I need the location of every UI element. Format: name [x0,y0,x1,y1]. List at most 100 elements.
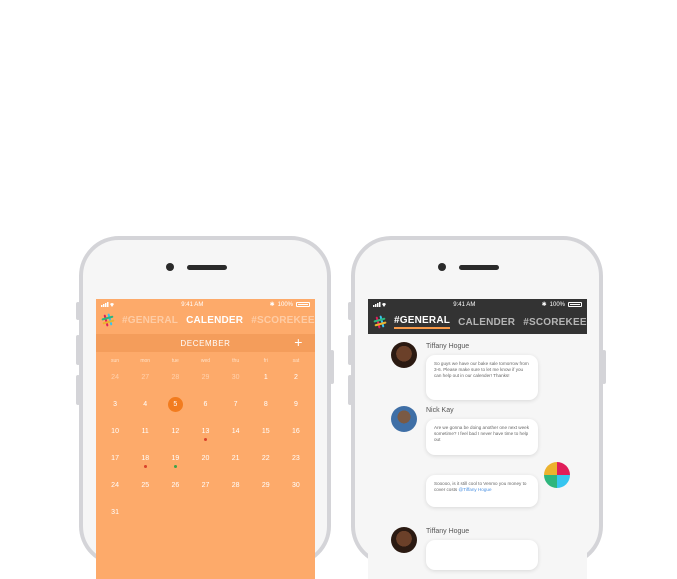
calendar-day[interactable]: 9 [281,395,311,422]
calendar-day[interactable]: 23 [281,449,311,476]
day-number: 24 [111,482,119,489]
calendar-day-today[interactable]: 5 [160,395,190,422]
day-number: 30 [231,374,240,381]
phone-mockup-chat: 9:41 AM ✱ 100% #GENERAL CALENDER #SCOREK… [348,236,606,579]
day-number: 20 [201,455,210,462]
day-number: 10 [111,428,119,435]
calendar-day[interactable]: 1 [251,368,281,395]
calendar-day[interactable]: 27 [190,476,220,503]
day-number: 21 [231,455,240,462]
weekday-label: mon [140,358,151,364]
message-text: So guys we have our bake sale tomorrow f… [434,361,529,379]
calendar-day[interactable]: 3 [100,395,130,422]
day-number: 2 [293,374,298,381]
avatar[interactable] [544,462,570,488]
weekday-label: wed [200,358,211,364]
calendar-day[interactable]: 4 [130,395,160,422]
calendar-day[interactable]: 13 [190,422,220,449]
battery-icon [568,302,582,307]
volume-up-button [348,335,352,365]
avatar[interactable] [391,342,417,368]
calendar-screen: 9:41 AM ✱ 100% #GENERAL CALENDER #SCOREK… [96,299,315,579]
weekday-label: sun [111,358,120,364]
calendar-day[interactable]: 18 [130,449,160,476]
user-mention-link[interactable]: @Tiffany Hogue [459,487,492,492]
day-number: 19 [171,455,180,462]
day-number: 28 [171,374,180,381]
message-bubble: So guys we have our bake sale tomorrow f… [426,355,538,400]
calendar-day[interactable]: 24 [100,368,130,395]
month-header: DECEMBER + [96,334,315,352]
sender-name: Tiffany Hogue [426,343,470,350]
day-number: 15 [261,428,270,435]
avatar[interactable] [391,527,417,553]
day-number: 24 [111,374,119,381]
slack-logo-icon[interactable] [101,313,116,328]
tab-general[interactable]: #GENERAL [394,315,451,329]
calendar-day[interactable]: 8 [251,395,281,422]
calendar-day[interactable]: 30 [221,368,251,395]
day-number: 4 [143,401,148,408]
battery-percent: 100% [549,301,565,308]
message-text: Are we gonna be doing another one next w… [434,425,530,443]
calendar-day[interactable]: 22 [251,449,281,476]
day-number: 17 [111,455,119,462]
phone-mockup-calendar: 9:41 AM ✱ 100% #GENERAL CALENDER #SCOREK… [76,236,334,579]
mute-switch [76,302,80,320]
calendar-day[interactable]: 14 [221,422,251,449]
calendar-day[interactable]: 17 [100,449,130,476]
calendar-day[interactable]: 7 [221,395,251,422]
tab-general[interactable]: #GENERAL [122,315,178,326]
calendar-day[interactable]: 20 [190,449,220,476]
calendar-day[interactable]: 31 [100,503,130,530]
calendar-day[interactable]: 11 [130,422,160,449]
weekday-label: tue [171,358,179,364]
calendar-day[interactable]: 28 [221,476,251,503]
slack-logo-icon[interactable] [373,315,388,330]
status-time: 9:41 AM [453,301,476,308]
earpiece-speaker [187,265,227,270]
calendar-day[interactable]: 27 [130,368,160,395]
mute-switch [348,302,352,320]
day-number: 12 [171,428,180,435]
calendar-day[interactable]: 19 [160,449,190,476]
day-number: 28 [231,482,240,489]
day-number: 29 [261,482,270,489]
day-number: 31 [111,509,119,516]
tab-calender[interactable]: CALENDER [186,315,243,326]
chat-screen: 9:41 AM ✱ 100% #GENERAL CALENDER #SCOREK… [368,299,587,579]
calendar-day[interactable]: 28 [160,368,190,395]
calendar-day[interactable]: 30 [281,476,311,503]
tab-scorekeeping[interactable]: #SCOREKEEPING [251,315,315,326]
day-number: 16 [292,428,300,435]
day-number: 5 [167,397,183,412]
calendar-day[interactable]: 6 [190,395,220,422]
calendar-day[interactable]: 12 [160,422,190,449]
front-camera [438,263,446,271]
calendar-day[interactable]: 15 [251,422,281,449]
calendar-day[interactable]: 21 [221,449,251,476]
calendar-day[interactable]: 25 [130,476,160,503]
calendar-grid: 24 27 28 29 30 1 2 3 4 5 6 7 8 9 10 11 12 13 14 15 16 17 18 19 2… [96,364,315,530]
calendar-day[interactable]: 29 [190,368,220,395]
weekday-header: sun mon tue wed thu fri sat [96,352,315,364]
power-button [330,350,334,384]
signal-wifi-icon [373,302,387,307]
calendar-day[interactable]: 10 [100,422,130,449]
calendar-day[interactable]: 2 [281,368,311,395]
chat-header: 9:41 AM ✱ 100% #GENERAL CALENDER #SCOREK… [368,299,587,334]
calendar-day[interactable]: 24 [100,476,130,503]
avatar[interactable] [391,406,417,432]
calendar-day[interactable]: 29 [251,476,281,503]
channel-tabs: #GENERAL CALENDER #SCOREKEEPING [96,310,315,330]
day-number: 22 [261,455,270,462]
calendar-day[interactable]: 26 [160,476,190,503]
add-event-button[interactable]: + [294,334,303,351]
calendar-day[interactable]: 16 [281,422,311,449]
day-number: 7 [233,401,238,408]
day-number: 9 [293,401,298,408]
tab-scorekeeping[interactable]: #SCOREKEEPING [523,317,587,328]
tab-calender[interactable]: CALENDER [458,317,515,328]
day-number: 3 [113,401,118,408]
day-number: 29 [201,374,210,381]
